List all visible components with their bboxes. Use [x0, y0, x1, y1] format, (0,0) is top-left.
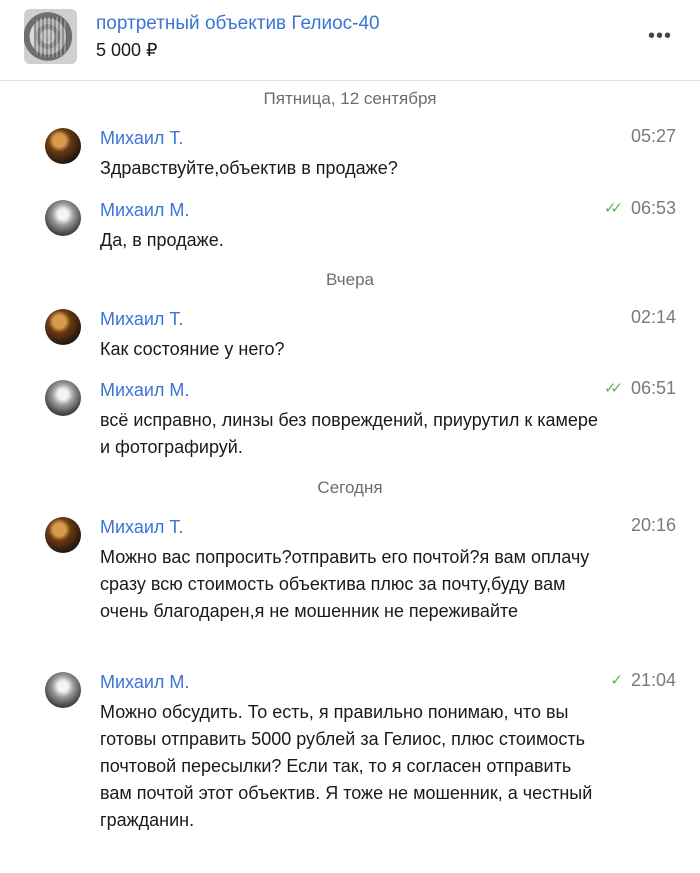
read-double-check-icon: ✓✓ [603, 200, 623, 217]
message-text: Здравствуйте,объектив в продаже? [100, 158, 398, 178]
listing-price: 5 000 ₽ [96, 40, 158, 60]
avatar[interactable] [45, 380, 81, 416]
message-time: 06:51 [630, 378, 676, 398]
date-separator: Сегодня [317, 478, 383, 497]
avatar[interactable] [45, 672, 81, 708]
message-time: 20:16 [630, 515, 676, 535]
listing-title[interactable]: портретный объектив Гелиос-40 [96, 13, 380, 35]
avatar[interactable] [45, 200, 81, 236]
message-time: 06:53 [630, 198, 676, 218]
message-time: 02:14 [630, 307, 676, 327]
avatar[interactable] [45, 309, 81, 345]
avatar[interactable] [45, 517, 81, 553]
sent-check-icon: ✓ [610, 672, 622, 689]
message-text: Да, в продаже. [100, 230, 224, 250]
sender-name[interactable]: Михаил М. [100, 200, 189, 221]
date-separator: Пятница, 12 сентября [263, 89, 437, 108]
message-text: Можно вас попросить?отправить его почтой… [100, 547, 590, 621]
read-double-check-icon: ✓✓ [603, 380, 623, 397]
sender-name[interactable]: Михаил Т. [100, 517, 183, 538]
avatar[interactable] [45, 128, 81, 164]
chat-header: портретный объектив Гелиос-40 5 000 ₽ ••… [0, 0, 700, 81]
listing-thumbnail[interactable] [24, 9, 77, 64]
sender-name[interactable]: Михаил Т. [100, 128, 183, 149]
message-time: 05:27 [630, 126, 676, 146]
sender-name[interactable]: Михаил Т. [100, 309, 183, 330]
message-text: всё исправно, линзы без повреждений, при… [100, 410, 598, 457]
more-horizontal-icon[interactable]: ••• [648, 25, 672, 48]
message-text: Можно обсудить. То есть, я правильно пон… [100, 702, 593, 830]
sender-name[interactable]: Михаил М. [100, 380, 189, 401]
message-text: Как состояние у него? [100, 339, 285, 359]
lens-image [34, 17, 67, 57]
date-separator: Вчера [326, 270, 374, 289]
sender-name[interactable]: Михаил М. [100, 672, 189, 693]
message-time: 21:04 [630, 670, 676, 690]
